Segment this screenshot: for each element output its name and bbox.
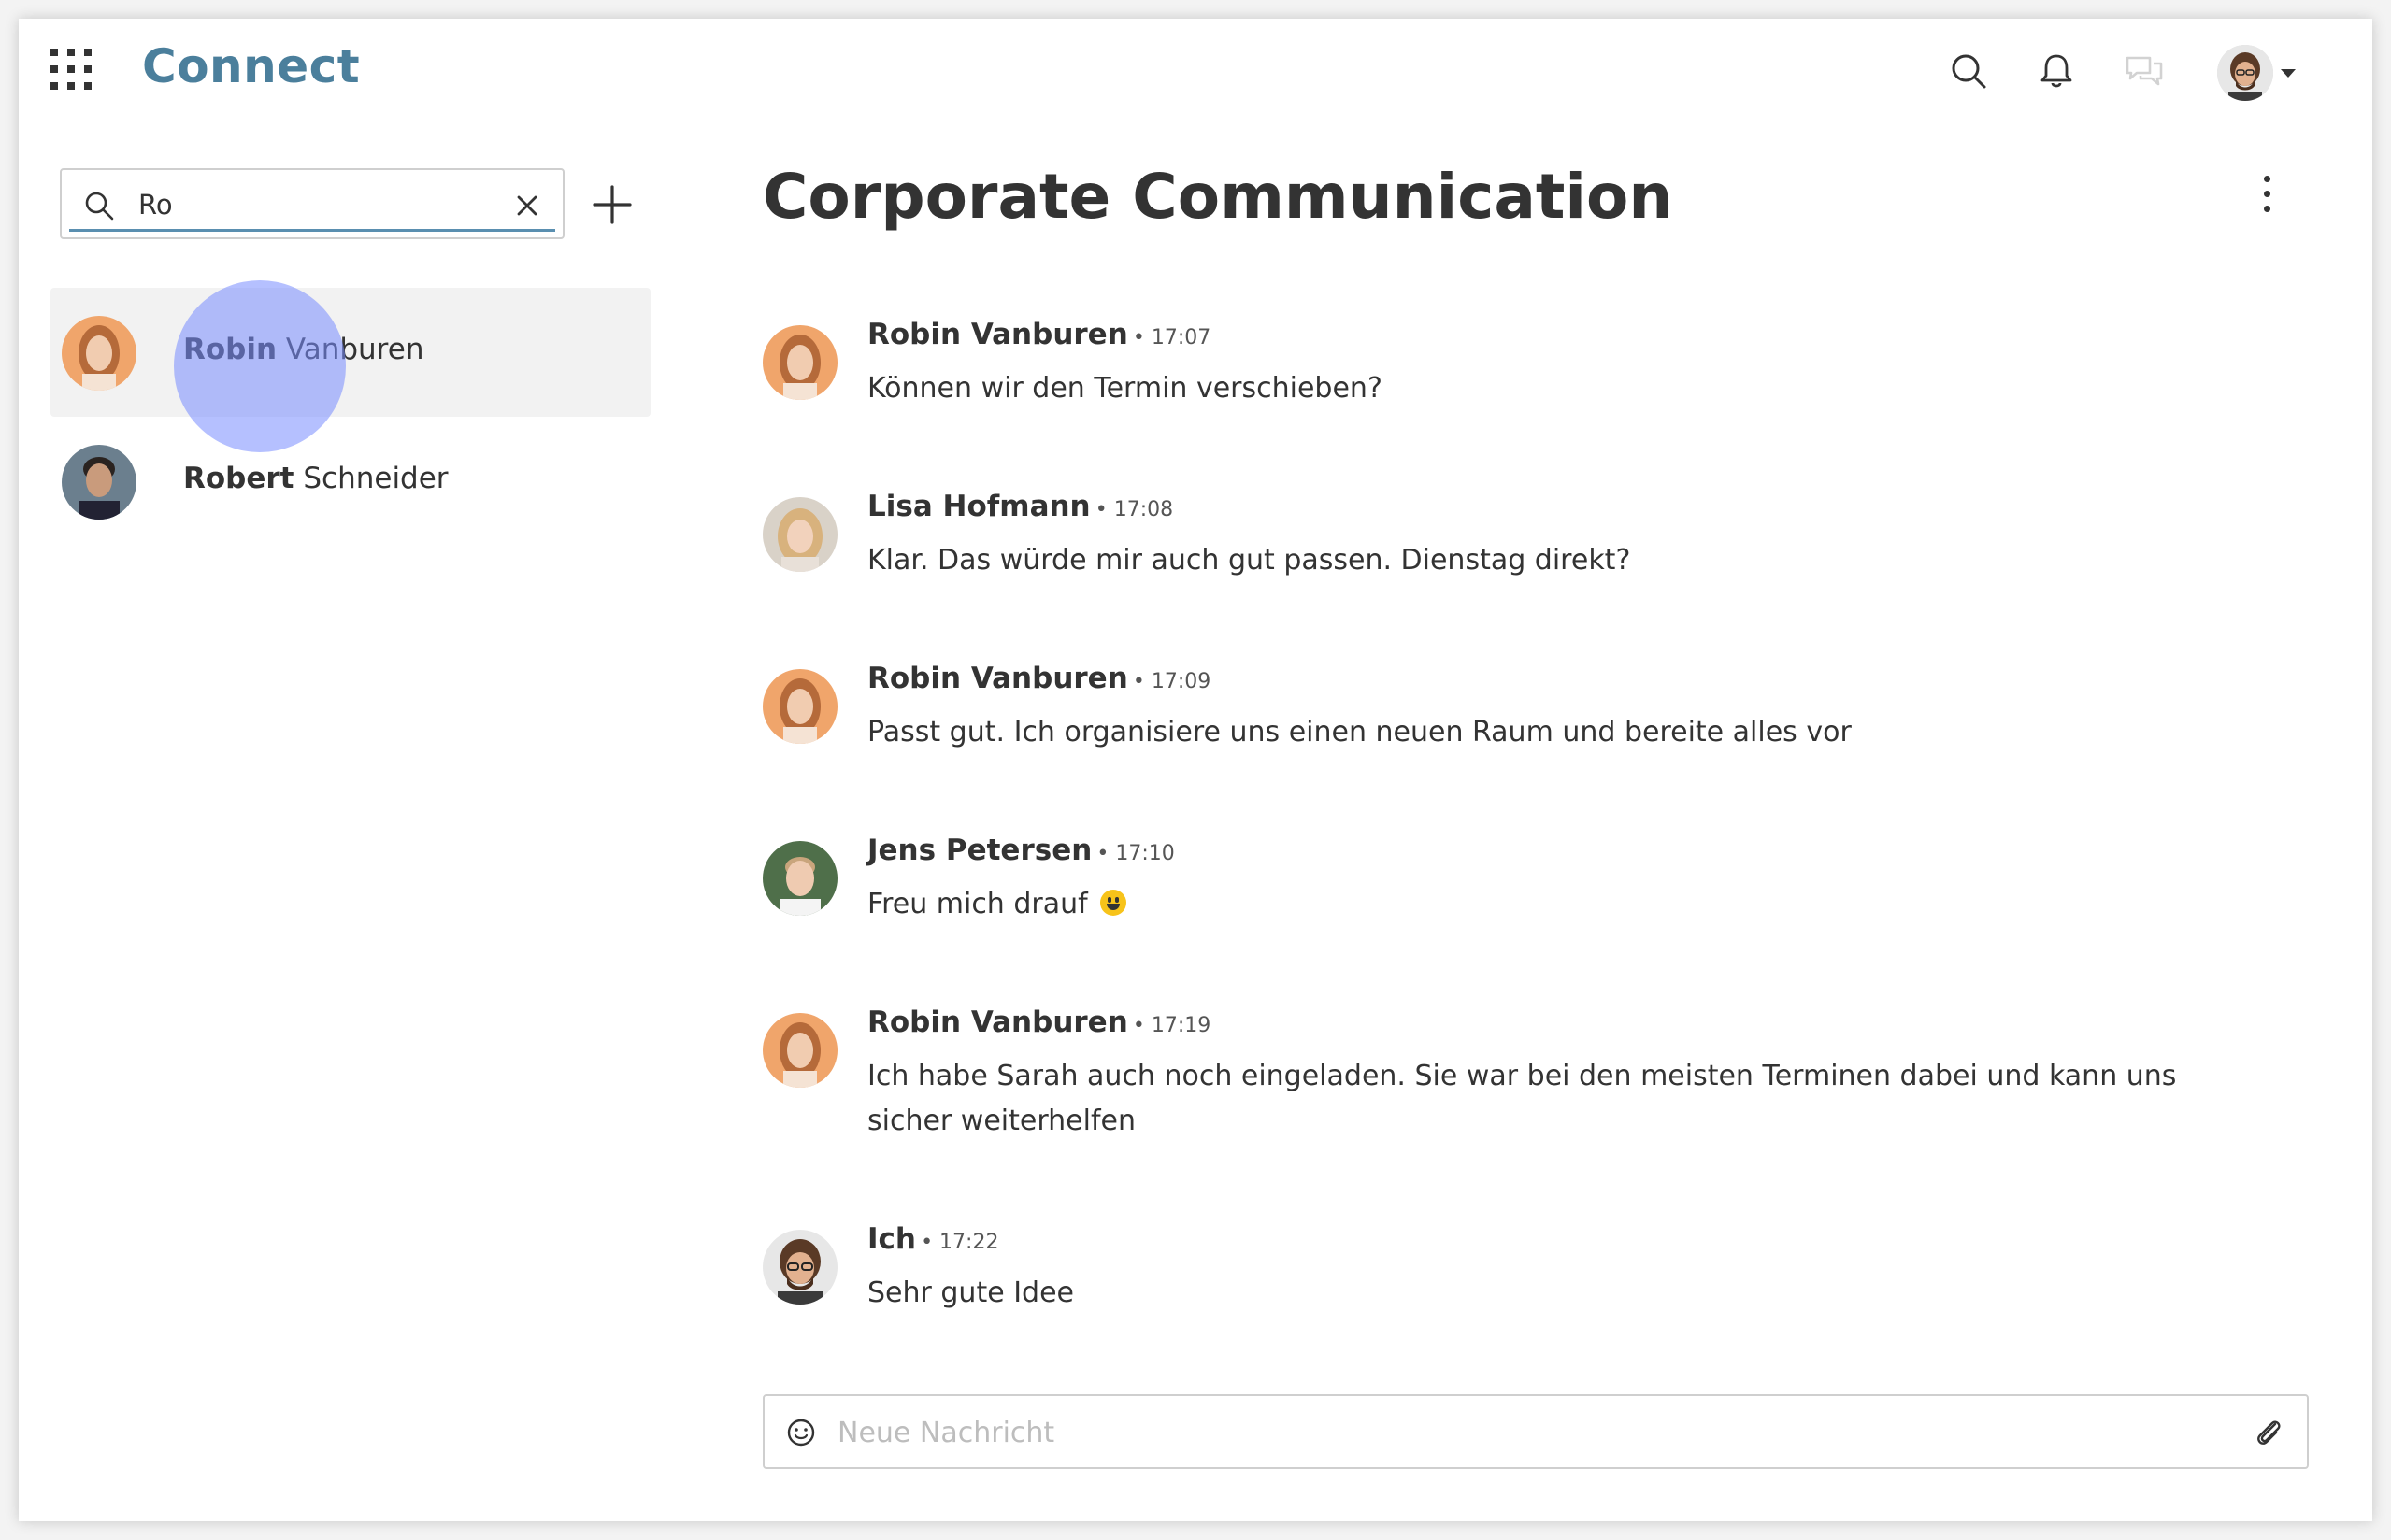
attachment-icon[interactable] (2251, 1415, 2286, 1450)
search-results: Robin Vanburen Robert Schneider (50, 288, 651, 546)
message-author: Lisa Hofmann (867, 490, 1091, 523)
message-author: Robin Vanburen (867, 1005, 1128, 1039)
chat-bubbles-icon[interactable] (2118, 45, 2170, 97)
search-underline (69, 229, 555, 232)
result-name: Robin Vanburen (183, 333, 424, 366)
message-time: • 17:10 (1096, 842, 1175, 865)
avatar (763, 497, 838, 572)
app-brand[interactable]: Connect (142, 39, 360, 93)
avatar (62, 316, 136, 391)
top-bar: Connect (19, 19, 2372, 140)
message-author: Robin Vanburen (867, 318, 1128, 351)
avatar (763, 325, 838, 400)
avatar (763, 841, 838, 916)
message-text: Freu mich drauf (867, 882, 2195, 927)
message-author: Robin Vanburen (867, 662, 1128, 695)
message-text: Klar. Das würde mir auch gut passen. Die… (867, 544, 1631, 577)
channel-title: Corporate Communication (763, 161, 1673, 233)
search-field[interactable] (60, 168, 565, 239)
message-text: Passt gut. Ich organisiere uns einen neu… (867, 716, 1852, 749)
search-icon[interactable] (1942, 45, 1995, 97)
search-input[interactable] (136, 183, 477, 226)
result-name: Robert Schneider (183, 462, 449, 495)
grid-icon[interactable] (50, 49, 92, 90)
message-text: Sehr gute Idee (867, 1276, 1075, 1309)
avatar (62, 445, 136, 520)
avatar[interactable] (2217, 45, 2273, 101)
message-time: • 17:22 (921, 1231, 999, 1254)
message-author: Ich (867, 1222, 916, 1256)
message-input[interactable] (836, 1409, 2223, 1456)
message-time: • 17:08 (1095, 498, 1174, 521)
message-composer[interactable] (763, 1394, 2309, 1469)
message-text: Ich habe Sarah auch noch eingeladen. Sie… (867, 1060, 2177, 1137)
header-actions (1942, 45, 2335, 110)
message-text: Können wir den Termin verschieben? (867, 372, 1382, 405)
caret-down-icon[interactable] (2281, 69, 2296, 78)
avatar (763, 669, 838, 744)
close-icon[interactable] (512, 191, 542, 221)
more-vertical-icon[interactable] (2256, 168, 2279, 221)
list-item[interactable]: Robin Vanburen (50, 288, 651, 417)
add-icon[interactable] (591, 183, 634, 226)
message-time: • 17:19 (1132, 1014, 1211, 1037)
bell-icon[interactable] (2030, 45, 2083, 97)
search-icon (85, 192, 114, 221)
emoji-picker-icon[interactable] (785, 1417, 817, 1448)
message-time: • 17:07 (1132, 326, 1211, 349)
smiley-emoji-icon (1100, 890, 1127, 916)
app-window: Connect Ro Robin Vanburen Robert Schneid… (19, 19, 2372, 1521)
message-time: • 17:09 (1132, 670, 1211, 693)
message-author: Jens Petersen (867, 834, 1093, 867)
list-item[interactable]: Robert Schneider (50, 417, 651, 546)
avatar (763, 1230, 838, 1305)
avatar (763, 1013, 838, 1088)
